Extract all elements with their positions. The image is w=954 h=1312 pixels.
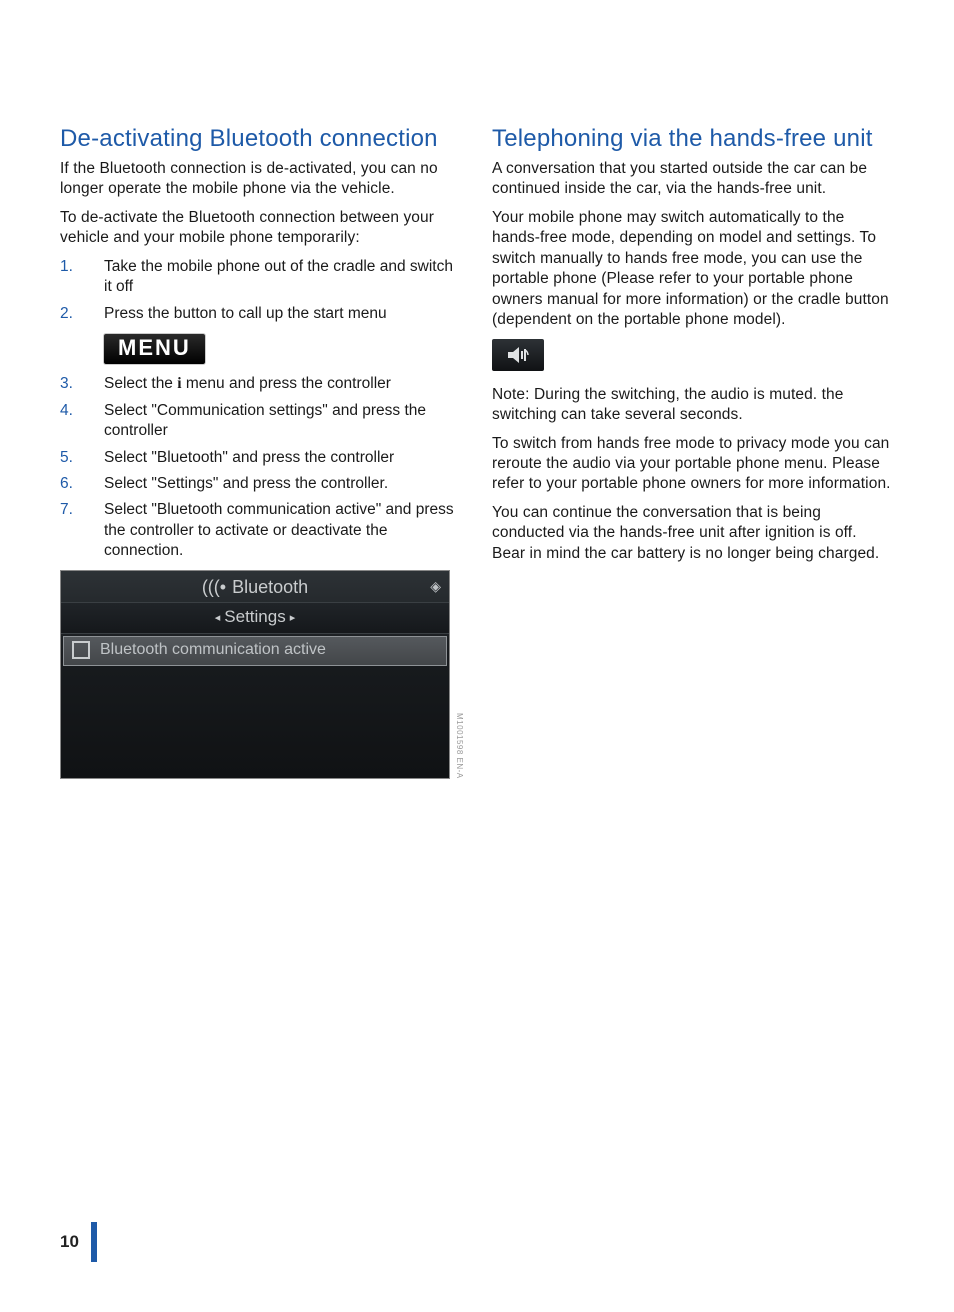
screenshot-header-text: Bluetooth [232,577,308,598]
screenshot-row-text: Bluetooth communication active [100,641,326,659]
handsfree-toggle-icon [492,339,544,371]
two-column-layout: De-activating Bluetooth connection If th… [60,125,894,779]
step-text: Press the button to call up the start me… [104,304,462,324]
checkbox-icon [72,641,90,659]
screenshot-header: (((• Bluetooth ◈ [61,571,449,603]
screenshot-subheader: ◂Settings ▸ [61,603,449,634]
step-text: Select "Settings" and press the controll… [104,474,462,494]
step-text: Take the mobile phone out of the cradle … [104,257,462,298]
step-5: Select "Bluetooth" and press the control… [60,448,462,468]
speaker-phone-icon [505,345,531,365]
step3-post: menu and press the controller [182,375,391,392]
step-1: Take the mobile phone out of the cradle … [60,257,462,298]
page-number: 10 [60,1232,79,1252]
step-4: Select "Communication settings" and pres… [60,401,462,442]
step-3: Select the i menu and press the controll… [60,374,462,394]
step-2: Press the button to call up the start me… [60,304,462,324]
step3-pre: Select the [104,375,177,392]
manual-page: De-activating Bluetooth connection If th… [0,0,954,1312]
right-note: Note: During the switching, the audio is… [492,385,894,426]
right-paragraph-1: A conversation that you started outside … [492,159,894,200]
step-text: Select the i menu and press the controll… [104,374,462,394]
screenshot-empty-area [61,668,449,778]
left-column: De-activating Bluetooth connection If th… [60,125,462,779]
right-paragraph-2: Your mobile phone may switch automatical… [492,208,894,331]
footer-accent-bar [91,1222,97,1262]
figure-code: M1001598 EN-A [455,713,464,779]
step-text: Select "Bluetooth communication active" … [104,500,462,561]
screenshot-sub-text: Settings [224,607,285,626]
section-heading-left: De-activating Bluetooth connection [60,125,462,153]
step-7: Select "Bluetooth communication active" … [60,500,462,561]
intro-paragraph-2: To de-activate the Bluetooth connection … [60,208,462,249]
arrow-left-icon: ◂ [215,612,221,624]
steps-list: Take the mobile phone out of the cradle … [60,257,462,324]
steps-list-cont: Select the i menu and press the controll… [60,374,462,562]
step-text: Select "Bluetooth" and press the control… [104,448,462,468]
step-6: Select "Settings" and press the controll… [60,474,462,494]
right-paragraph-4: You can continue the conversation that i… [492,503,894,564]
nav-diamond-icon: ◈ [430,578,441,595]
section-heading-right: Telephoning via the hands-free unit [492,125,894,153]
screenshot-option-row: Bluetooth communication active [63,636,447,666]
step-text: Select "Communication settings" and pres… [104,401,462,442]
intro-paragraph-1: If the Bluetooth connection is de-activa… [60,159,462,200]
right-column: Telephoning via the hands-free unit A co… [492,125,894,779]
arrow-right-icon: ▸ [290,612,296,624]
menu-button-graphic: MENU [104,334,205,364]
idrive-screenshot: (((• Bluetooth ◈ ◂Settings ▸ Bluetooth co… [60,570,450,779]
bluetooth-waves-icon: (((• [202,577,226,598]
right-paragraph-3: To switch from hands free mode to privac… [492,434,894,495]
page-footer: 10 [60,1222,97,1262]
screenshot-panel: (((• Bluetooth ◈ ◂Settings ▸ Bluetooth co… [60,570,450,779]
